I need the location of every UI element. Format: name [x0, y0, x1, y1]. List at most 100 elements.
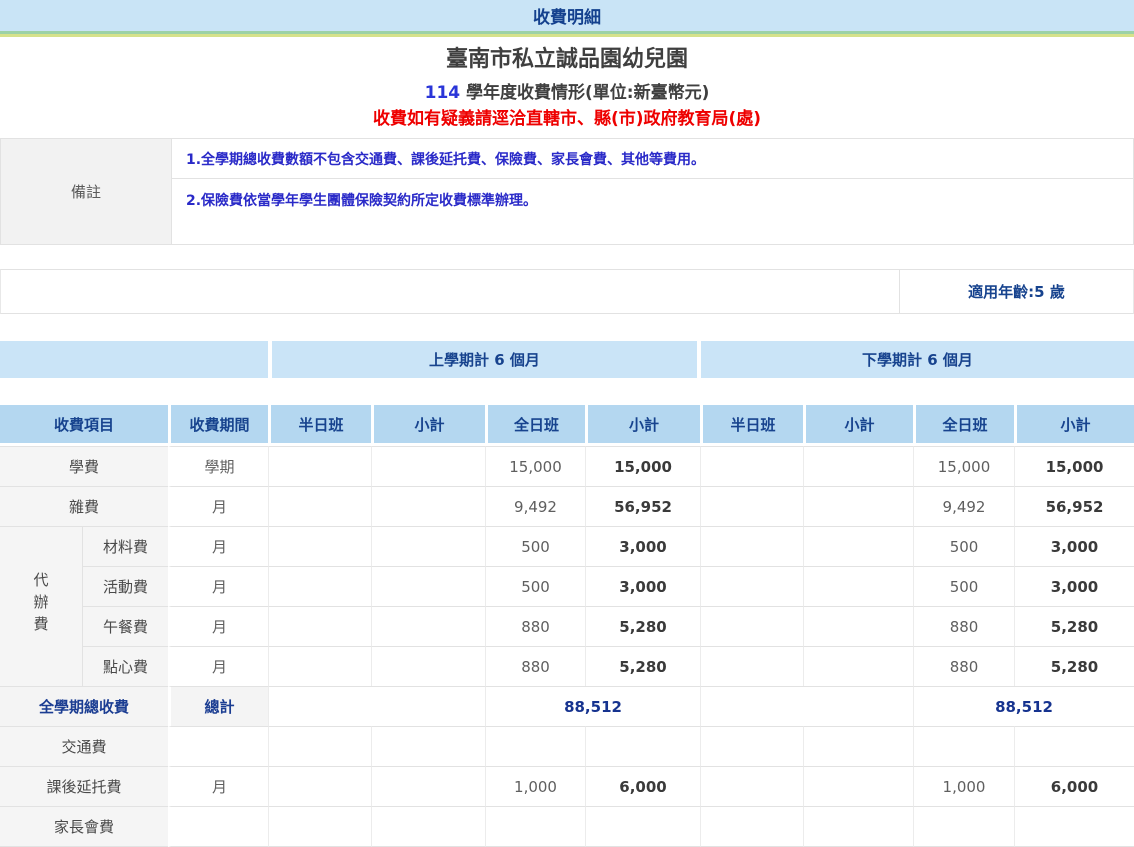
table-cell: 500 [485, 526, 585, 566]
table-cell: 5,280 [585, 606, 700, 646]
table-cell [803, 606, 913, 646]
school-year-text: 學年度收費情形(單位:新臺幣元) [460, 83, 709, 103]
table-cell [268, 806, 371, 847]
table-cell [700, 606, 803, 646]
table-cell [803, 446, 913, 486]
remarks-table: 備註 1.全學期總收費數額不包含交通費、課後延托費、保險費、家長會費、其他等費用… [0, 138, 1134, 245]
col-header-fee-item: 收費項目 [0, 405, 168, 446]
page-header-bar: 收費明細 [0, 0, 1134, 31]
table-cell [700, 766, 803, 806]
table-cell [268, 566, 371, 606]
table-row-transport-fee: 交通費 [0, 726, 1134, 766]
table-cell [371, 526, 485, 566]
col-header-subtotal-2: 小計 [585, 405, 700, 446]
second-semester-header: 下學期計 6 個月 [701, 341, 1134, 378]
row-label: 家長會費 [0, 806, 168, 847]
table-cell [803, 806, 913, 847]
table-cell [700, 526, 803, 566]
semester-band: 上學期計 6 個月 下學期計 6 個月 [0, 341, 1134, 378]
table-cell [268, 526, 371, 566]
page-title: 收費明細 [533, 3, 601, 28]
table-cell: 880 [913, 646, 1014, 686]
table-cell: 15,000 [485, 446, 585, 486]
school-year-number: 114 [425, 83, 461, 103]
table-cell [700, 726, 803, 766]
row-sublabel: 午餐費 [82, 606, 168, 646]
table-cell: 9,492 [485, 486, 585, 526]
table-cell: 880 [913, 606, 1014, 646]
applicable-age-row: 適用年齡:5 歲 [0, 269, 1134, 314]
table-cell: 500 [913, 526, 1014, 566]
applicable-age-value: 適用年齡:5 歲 [899, 270, 1133, 313]
col-header-fee-period: 收費期間 [168, 405, 268, 446]
table-row-after-school-care-fee: 課後延托費 月 1,000 6,000 1,000 6,000 [0, 766, 1134, 806]
row-period [168, 726, 268, 766]
row-label: 學費 [0, 446, 168, 486]
table-cell [371, 766, 485, 806]
table-cell [803, 486, 913, 526]
table-cell [268, 766, 371, 806]
table-cell [268, 726, 371, 766]
table-cell [268, 446, 371, 486]
table-cell [803, 566, 913, 606]
table-cell: 15,000 [585, 446, 700, 486]
table-cell [371, 446, 485, 486]
group-label-vertical-text: 代辦費 [31, 572, 52, 638]
table-cell [803, 766, 913, 806]
col-header-subtotal-3: 小計 [803, 405, 913, 446]
table-row-tuition: 學費 學期 15,000 15,000 15,000 15,000 [0, 446, 1134, 486]
table-cell [485, 806, 585, 847]
table-cell: 9,492 [913, 486, 1014, 526]
row-sublabel: 材料費 [82, 526, 168, 566]
col-header-full-day-1: 全日班 [485, 405, 585, 446]
table-cell [700, 566, 803, 606]
table-cell [700, 806, 803, 847]
table-cell [700, 446, 803, 486]
table-cell [485, 726, 585, 766]
school-name: 臺南市私立誠品園幼兒園 [0, 46, 1134, 74]
col-header-half-day-1: 半日班 [268, 405, 371, 446]
table-cell: 3,000 [585, 526, 700, 566]
semester1-total-value: 88,512 [485, 686, 700, 726]
table-cell [913, 806, 1014, 847]
yellow-green-divider-line [0, 34, 1134, 37]
row-period: 月 [168, 606, 268, 646]
row-label: 課後延托費 [0, 766, 168, 806]
table-cell: 3,000 [1014, 526, 1134, 566]
table-cell: 3,000 [1014, 566, 1134, 606]
remarks-row-1: 備註 1.全學期總收費數額不包含交通費、課後延托費、保險費、家長會費、其他等費用… [0, 138, 1134, 179]
col-header-subtotal-4: 小計 [1014, 405, 1134, 446]
table-cell [803, 646, 913, 686]
table-cell: 6,000 [585, 766, 700, 806]
row-period: 月 [168, 486, 268, 526]
group-label-agency-fees: 代辦費 [0, 526, 82, 686]
table-cell: 56,952 [585, 486, 700, 526]
fee-table: 收費項目 收費期間 半日班 小計 全日班 小計 半日班 小計 全日班 小計 學費… [0, 405, 1134, 847]
table-row-materials-fee: 代辦費 材料費 月 500 3,000 500 3,000 [0, 526, 1134, 566]
total-row-label: 全學期總收費 [0, 686, 168, 726]
intro-section: 臺南市私立誠品園幼兒園 114 學年度收費情形(單位:新臺幣元) 收費如有疑義請… [0, 46, 1134, 131]
semester2-total-value: 88,512 [913, 686, 1134, 726]
table-cell: 3,000 [585, 566, 700, 606]
row-period [168, 806, 268, 847]
table-cell [700, 686, 913, 726]
semester-band-empty-cell [0, 341, 268, 378]
row-period: 月 [168, 526, 268, 566]
table-cell [803, 526, 913, 566]
row-period: 學期 [168, 446, 268, 486]
first-semester-header: 上學期計 6 個月 [272, 341, 697, 378]
table-cell: 5,280 [1014, 646, 1134, 686]
table-cell: 15,000 [1014, 446, 1134, 486]
table-cell: 5,280 [585, 646, 700, 686]
table-cell [585, 806, 700, 847]
col-header-half-day-2: 半日班 [700, 405, 803, 446]
table-row-lunch-fee: 午餐費 月 880 5,280 880 5,280 [0, 606, 1134, 646]
row-sublabel: 點心費 [82, 646, 168, 686]
table-cell [268, 606, 371, 646]
table-cell [371, 806, 485, 847]
table-cell [585, 726, 700, 766]
table-cell: 1,000 [913, 766, 1014, 806]
table-cell [268, 486, 371, 526]
table-cell: 6,000 [1014, 766, 1134, 806]
age-row-empty-cell [1, 270, 899, 313]
